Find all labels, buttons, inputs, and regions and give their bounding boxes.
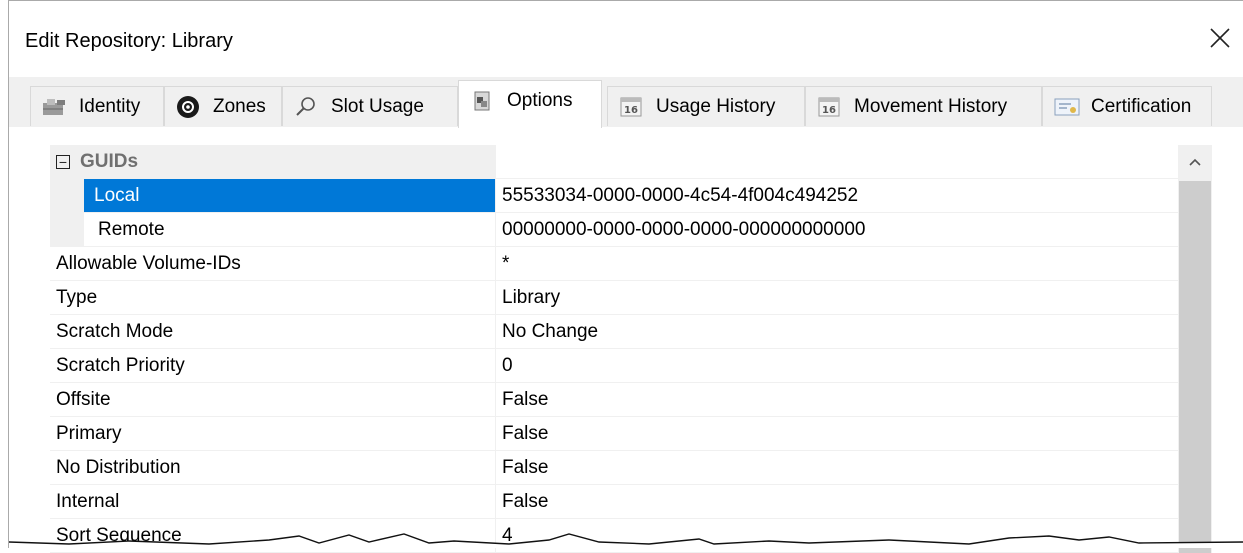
property-value[interactable]: False — [496, 383, 1178, 416]
property-value[interactable]: * — [496, 247, 1178, 280]
zones-icon — [177, 95, 199, 118]
property-name: Internal — [50, 485, 496, 518]
property-value[interactable]: 00000000-0000-0000-0000-000000000000 — [496, 213, 1178, 246]
scroll-up-button[interactable] — [1178, 145, 1212, 179]
tab-label: Movement History — [854, 95, 1008, 117]
calendar-icon: 16 — [818, 97, 840, 116]
property-row[interactable]: Allowable Volume-IDs * — [50, 247, 1178, 281]
certificate-icon — [1054, 98, 1080, 115]
close-button[interactable] — [1197, 15, 1243, 61]
property-name: Scratch Priority — [50, 349, 496, 382]
options-icon — [474, 91, 490, 110]
dialog-title: Edit Repository: Library — [25, 30, 233, 52]
property-name: Scratch Mode — [50, 315, 496, 348]
property-name: Primary — [50, 417, 496, 450]
calendar-icon: 16 — [620, 97, 642, 116]
torn-edge — [9, 533, 1243, 548]
tab-strip: Identity Zones Slot Usage Options 16 Usa… — [9, 77, 1243, 128]
svg-text:16: 16 — [624, 105, 638, 116]
property-value[interactable]: False — [496, 485, 1178, 518]
property-name: No Distribution — [50, 451, 496, 484]
edit-repository-dialog: Edit Repository: Library Identity Zones … — [8, 0, 1243, 553]
property-value[interactable]: 0 — [496, 349, 1178, 382]
property-row[interactable]: Type Library — [50, 281, 1178, 315]
property-row-remote[interactable]: Remote 00000000-0000-0000-0000-000000000… — [50, 213, 1178, 247]
property-name: Allowable Volume-IDs — [50, 247, 496, 280]
property-row[interactable]: Scratch Mode No Change — [50, 315, 1178, 349]
category-value — [496, 145, 1178, 178]
property-value[interactable]: No Change — [496, 315, 1178, 348]
property-grid: − GUIDs Local 55533034-0000-0000-4c54-4f… — [50, 145, 1178, 553]
chevron-up-icon — [1189, 158, 1201, 166]
tab-zones[interactable]: Zones — [164, 86, 282, 126]
property-value[interactable]: False — [496, 451, 1178, 484]
magnifier-icon — [296, 96, 315, 116]
property-row-local[interactable]: Local 55533034-0000-0000-4c54-4f004c4942… — [50, 179, 1178, 213]
svg-text:16: 16 — [822, 105, 836, 116]
close-icon — [1210, 28, 1230, 48]
tab-label: Usage History — [656, 95, 776, 117]
tab-label: Options — [507, 89, 573, 111]
title-bar: Edit Repository: Library — [9, 1, 1243, 77]
category-name: − GUIDs — [50, 145, 496, 178]
identity-icon — [43, 98, 65, 115]
scroll-thumb[interactable] — [1179, 181, 1211, 553]
tab-label: Slot Usage — [331, 95, 424, 117]
tab-identity[interactable]: Identity — [30, 86, 164, 126]
property-name: Remote — [50, 213, 496, 246]
property-value[interactable]: Library — [496, 281, 1178, 314]
options-panel: − GUIDs Local 55533034-0000-0000-4c54-4f… — [9, 127, 1243, 553]
property-row[interactable]: No Distribution False — [50, 451, 1178, 485]
category-label: GUIDs — [80, 150, 139, 172]
collapse-icon[interactable]: − — [56, 154, 70, 169]
property-name: Local — [50, 179, 496, 212]
property-label: Local — [84, 179, 495, 212]
property-row[interactable]: Primary False — [50, 417, 1178, 451]
property-label: Remote — [84, 213, 495, 246]
tab-movement-history[interactable]: 16 Movement History — [805, 86, 1042, 126]
property-value[interactable]: 55533034-0000-0000-4c54-4f004c494252 — [496, 179, 1178, 212]
property-row[interactable]: Offsite False — [50, 383, 1178, 417]
tab-options[interactable]: Options — [458, 80, 602, 128]
tab-label: Identity — [79, 95, 141, 117]
tab-slot-usage[interactable]: Slot Usage — [282, 86, 458, 126]
tab-usage-history[interactable]: 16 Usage History — [607, 86, 805, 126]
tab-certification[interactable]: Certification — [1042, 86, 1212, 126]
category-row-guids[interactable]: − GUIDs — [50, 145, 1178, 179]
property-name: Offsite — [50, 383, 496, 416]
vertical-scrollbar[interactable] — [1178, 145, 1212, 553]
property-name: Type — [50, 281, 496, 314]
property-row[interactable]: Scratch Priority 0 — [50, 349, 1178, 383]
property-value[interactable]: False — [496, 417, 1178, 450]
tab-label: Certification — [1091, 95, 1192, 117]
property-row[interactable]: Internal False — [50, 485, 1178, 519]
tab-label: Zones — [213, 95, 266, 117]
